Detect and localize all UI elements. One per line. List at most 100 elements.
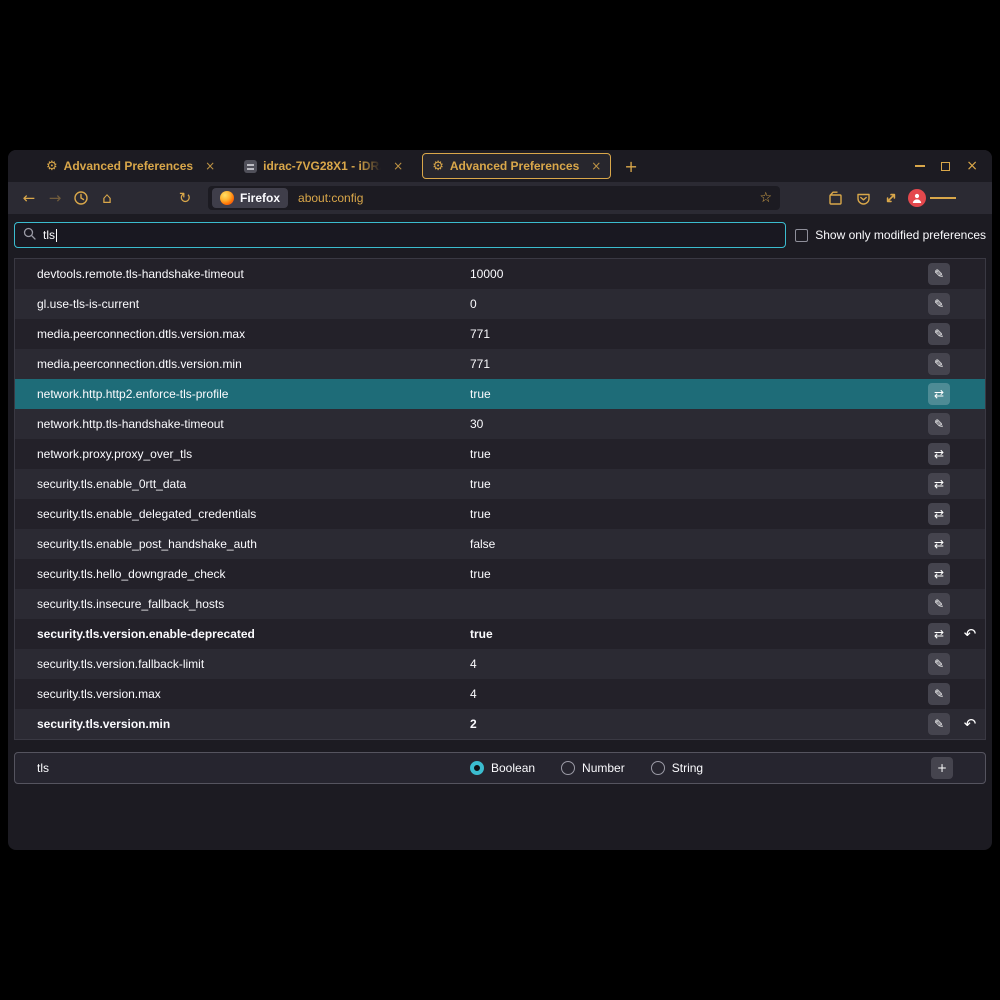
edit-button[interactable]: ✎ bbox=[928, 293, 950, 315]
menu-icon[interactable] bbox=[930, 185, 956, 211]
gear-icon: ⚙ bbox=[46, 160, 58, 173]
clipboard-icon[interactable] bbox=[822, 185, 848, 211]
tab-close-icon[interactable]: × bbox=[393, 159, 403, 173]
pencil-icon: ✎ bbox=[934, 687, 944, 701]
pref-row[interactable]: network.proxy.proxy_over_tls true ⇄ bbox=[15, 439, 985, 469]
undo-button[interactable]: ↶ bbox=[964, 627, 977, 642]
edit-button[interactable]: ✎ bbox=[928, 593, 950, 615]
pencil-icon: ✎ bbox=[934, 297, 944, 311]
radio-number[interactable]: Number bbox=[561, 761, 625, 775]
tab-advanced-preferences-1[interactable]: ⚙ Advanced Preferences × bbox=[36, 153, 225, 179]
pref-name: network.http.http2.enforce-tls-profile bbox=[37, 387, 228, 401]
back-button[interactable]: ← bbox=[16, 185, 42, 211]
pocket-icon[interactable] bbox=[850, 185, 876, 211]
pref-row[interactable]: security.tls.version.enable-deprecated t… bbox=[15, 619, 985, 649]
url-bar[interactable]: Firefox about:config ☆ bbox=[208, 186, 780, 210]
server-favicon-icon bbox=[244, 160, 257, 173]
pref-name: security.tls.version.fallback-limit bbox=[37, 657, 204, 671]
pref-value: 771 bbox=[470, 327, 490, 341]
toggle-arrows-icon: ⇄ bbox=[934, 507, 944, 521]
pref-name: security.tls.insecure_fallback_hosts bbox=[37, 597, 224, 611]
pref-actions: ✎ bbox=[928, 293, 981, 315]
pref-name: security.tls.hello_downgrade_check bbox=[37, 567, 226, 581]
pref-name: gl.use-tls-is-current bbox=[37, 297, 139, 311]
tab-advanced-preferences-2[interactable]: ⚙ Advanced Preferences × bbox=[422, 153, 611, 179]
bookmark-star-icon[interactable]: ☆ bbox=[759, 190, 772, 206]
pencil-icon: ✎ bbox=[934, 657, 944, 671]
toggle-arrows-icon: ⇄ bbox=[934, 537, 944, 551]
toggle-button[interactable]: ⇄ bbox=[928, 623, 950, 645]
radio-boolean[interactable]: Boolean bbox=[470, 761, 535, 775]
pref-row[interactable]: media.peerconnection.dtls.version.min 77… bbox=[15, 349, 985, 379]
tab-bar: ⚙ Advanced Preferences × idrac-7VG28X1 -… bbox=[8, 150, 992, 182]
pref-row[interactable]: security.tls.enable_post_handshake_auth … bbox=[15, 529, 985, 559]
edit-button[interactable]: ✎ bbox=[928, 323, 950, 345]
pref-row[interactable]: security.tls.enable_0rtt_data true ⇄ bbox=[15, 469, 985, 499]
pref-name: security.tls.version.max bbox=[37, 687, 161, 701]
maximize-button[interactable] bbox=[941, 162, 950, 171]
radio-string[interactable]: String bbox=[651, 761, 703, 775]
minimize-button[interactable] bbox=[915, 165, 925, 167]
forward-button[interactable]: → bbox=[42, 185, 68, 211]
pref-value: true bbox=[470, 567, 491, 581]
toggle-button[interactable]: ⇄ bbox=[928, 563, 950, 585]
pref-value: true bbox=[470, 627, 493, 641]
pref-row[interactable]: media.peerconnection.dtls.version.max 77… bbox=[15, 319, 985, 349]
pref-row[interactable]: devtools.remote.tls-handshake-timeout 10… bbox=[15, 259, 985, 289]
toggle-button[interactable]: ⇄ bbox=[928, 383, 950, 405]
pref-row[interactable]: security.tls.hello_downgrade_check true … bbox=[15, 559, 985, 589]
firefox-chip: Firefox bbox=[212, 188, 288, 208]
radio-dot-icon[interactable] bbox=[561, 761, 575, 775]
radio-dot-icon[interactable] bbox=[470, 761, 484, 775]
pref-row[interactable]: security.tls.version.min 2 ✎ ↶ bbox=[15, 709, 985, 739]
toggle-button[interactable]: ⇄ bbox=[928, 503, 950, 525]
pref-name: media.peerconnection.dtls.version.max bbox=[37, 327, 245, 341]
reload-button[interactable]: ↻ bbox=[172, 185, 198, 211]
pref-value: false bbox=[470, 537, 495, 551]
edit-button[interactable]: ✎ bbox=[928, 353, 950, 375]
pref-name: security.tls.enable_delegated_credential… bbox=[37, 507, 256, 521]
edit-button[interactable]: ✎ bbox=[928, 653, 950, 675]
history-clock-icon[interactable] bbox=[68, 185, 94, 211]
undo-button[interactable]: ↶ bbox=[964, 717, 977, 732]
firefox-window: ⚙ Advanced Preferences × idrac-7VG28X1 -… bbox=[8, 150, 992, 850]
pref-name: network.proxy.proxy_over_tls bbox=[37, 447, 192, 461]
show-modified-checkbox[interactable] bbox=[795, 229, 808, 242]
close-window-button[interactable]: × bbox=[966, 159, 978, 173]
diagonal-arrows-icon[interactable] bbox=[878, 185, 904, 211]
pref-name: network.http.tls-handshake-timeout bbox=[37, 417, 224, 431]
pref-actions: ⇄ bbox=[928, 443, 981, 465]
pref-row[interactable]: security.tls.version.fallback-limit 4 ✎ bbox=[15, 649, 985, 679]
pref-row[interactable]: network.http.tls-handshake-timeout 30 ✎ bbox=[15, 409, 985, 439]
pref-row[interactable]: gl.use-tls-is-current 0 ✎ bbox=[15, 289, 985, 319]
pref-row[interactable]: security.tls.insecure_fallback_hosts ✎ bbox=[15, 589, 985, 619]
tab-close-icon[interactable]: × bbox=[591, 159, 601, 173]
home-button[interactable]: ⌂ bbox=[94, 185, 120, 211]
pref-value: true bbox=[470, 447, 491, 461]
show-modified-label: Show only modified preferences bbox=[815, 228, 986, 242]
toggle-button[interactable]: ⇄ bbox=[928, 443, 950, 465]
pref-actions: ✎ bbox=[928, 353, 981, 375]
profile-avatar[interactable] bbox=[908, 189, 926, 207]
edit-button[interactable]: ✎ bbox=[928, 713, 950, 735]
tab-close-icon[interactable]: × bbox=[205, 159, 215, 173]
search-input[interactable]: tls bbox=[14, 222, 786, 248]
edit-button[interactable]: ✎ bbox=[928, 263, 950, 285]
url-text: about:config bbox=[298, 191, 759, 205]
toggle-button[interactable]: ⇄ bbox=[928, 473, 950, 495]
pencil-icon: ✎ bbox=[934, 717, 944, 731]
new-tab-button[interactable]: + bbox=[624, 157, 637, 176]
radio-dot-icon[interactable] bbox=[651, 761, 665, 775]
pref-row[interactable]: network.http.http2.enforce-tls-profile t… bbox=[15, 379, 985, 409]
pref-row[interactable]: security.tls.version.max 4 ✎ bbox=[15, 679, 985, 709]
radio-label: Boolean bbox=[491, 761, 535, 775]
show-modified-control[interactable]: Show only modified preferences bbox=[795, 228, 986, 242]
undo-icon: ↶ bbox=[964, 625, 977, 643]
edit-button[interactable]: ✎ bbox=[928, 683, 950, 705]
tab-idrac[interactable]: idrac-7VG28X1 - iDRAC7 × bbox=[234, 153, 413, 179]
toggle-button[interactable]: ⇄ bbox=[928, 533, 950, 555]
add-button[interactable]: + bbox=[931, 757, 953, 779]
edit-button[interactable]: ✎ bbox=[928, 413, 950, 435]
pref-row[interactable]: security.tls.enable_delegated_credential… bbox=[15, 499, 985, 529]
search-row: tls Show only modified preferences bbox=[14, 222, 986, 248]
